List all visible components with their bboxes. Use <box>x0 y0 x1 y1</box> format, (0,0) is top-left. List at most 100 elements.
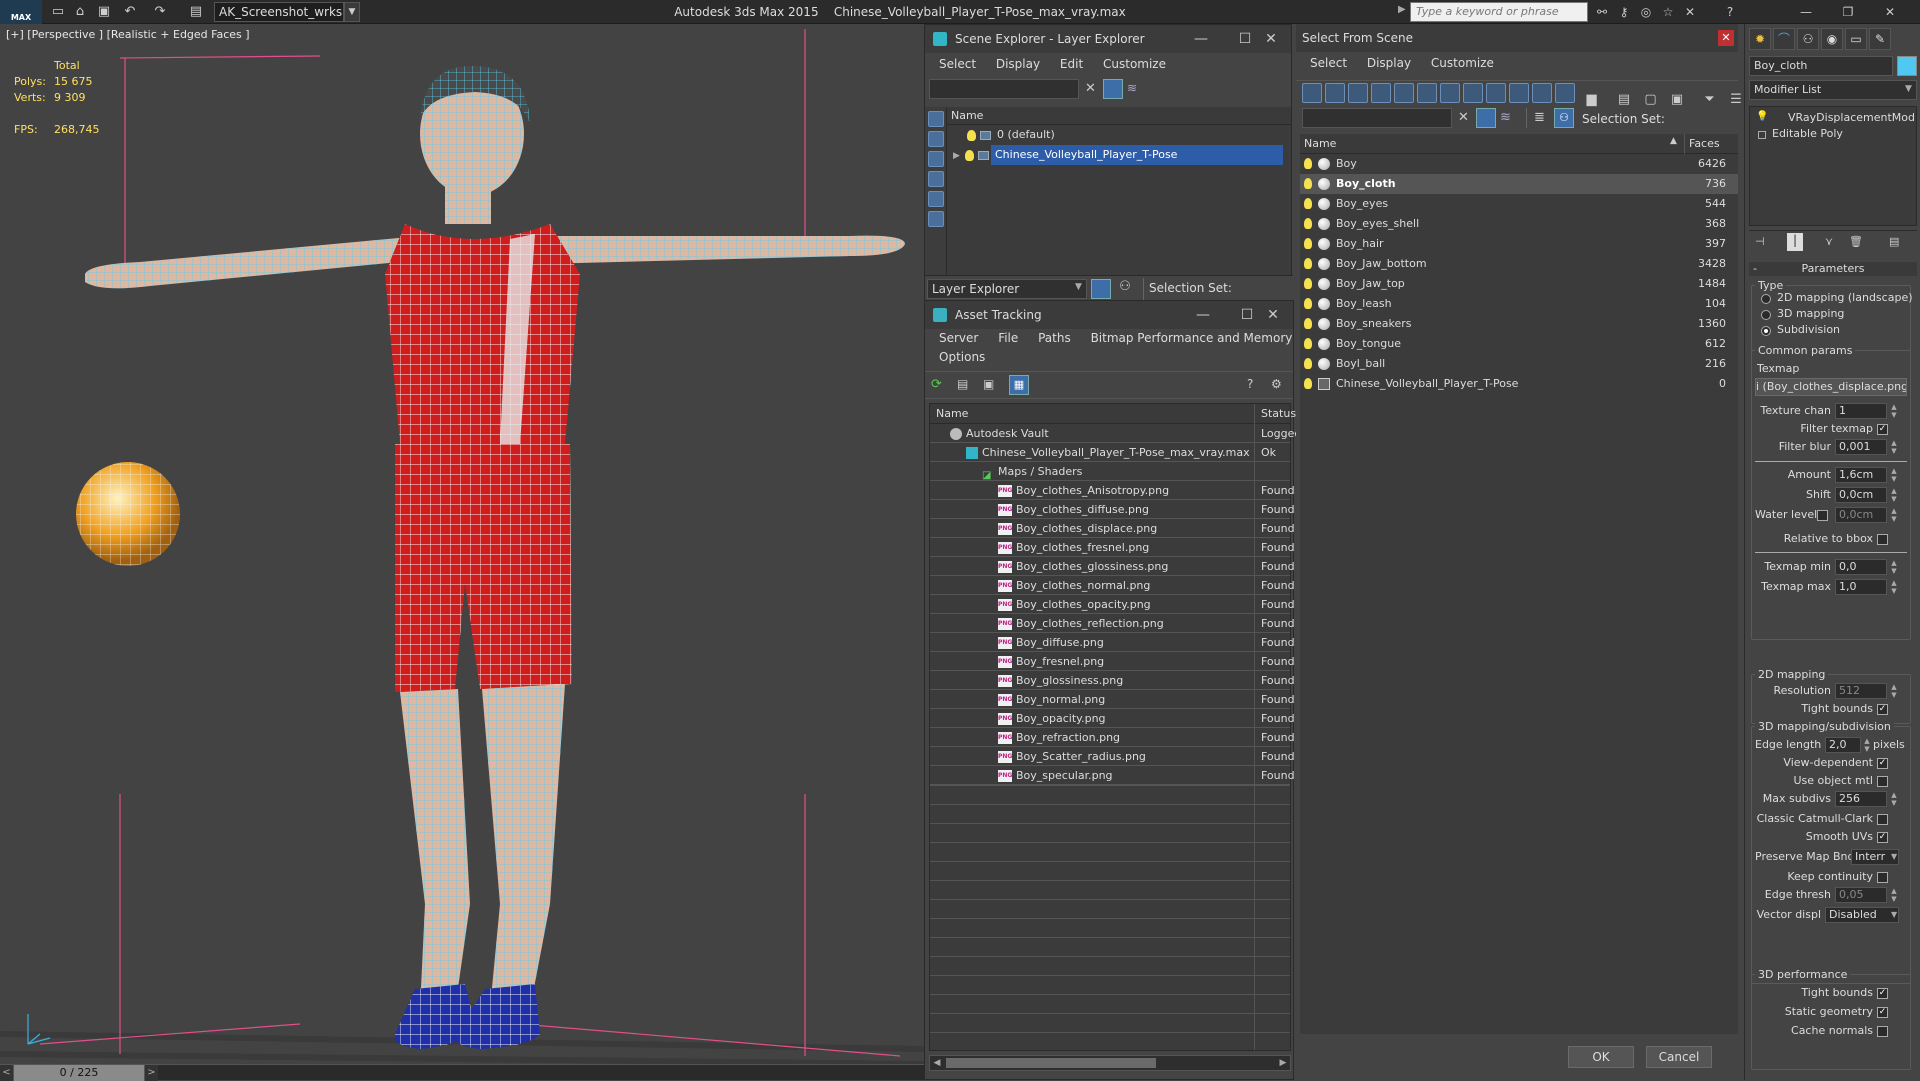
table-row[interactable]: PNG Boy_clothes_fresnel.png Found <box>930 538 1295 557</box>
table-row[interactable]: PNG Boy_clothes_normal.png Found <box>930 576 1295 595</box>
clear-filter-icon[interactable]: ✕ <box>1085 81 1096 96</box>
perspective-viewport[interactable]: [+] [Perspective ] [Realistic + Edged Fa… <box>0 24 924 1066</box>
ring-icon[interactable]: ◎ <box>1636 3 1656 21</box>
display-hidden-icon[interactable] <box>1555 83 1575 103</box>
list-item[interactable]: Boy_leash 104 <box>1300 294 1738 314</box>
select-from-scene-titlebar[interactable]: Select From Scene ✕ <box>1296 24 1738 52</box>
spinner-arrows-icon[interactable]: ▲ ▼ <box>1890 579 1898 595</box>
spinner-arrows-icon[interactable]: ▲ ▼ <box>1890 439 1898 455</box>
list-item[interactable]: Boy_sneakers 1360 <box>1300 314 1738 334</box>
radio-subdivision[interactable] <box>1761 326 1771 336</box>
table-row[interactable]: PNG Boy_clothes_reflection.png Found <box>930 614 1295 633</box>
table-row[interactable]: PNG Boy_clothes_diffuse.png Found <box>930 500 1295 519</box>
list-item[interactable]: Boy_eyes_shell 368 <box>1300 214 1738 234</box>
display-cameras-icon[interactable] <box>1371 83 1391 103</box>
water-level-checkbox[interactable] <box>1817 510 1828 521</box>
key-icon[interactable]: ⚷ <box>1614 3 1634 21</box>
table-row[interactable]: PNG Boy_glossiness.png Found <box>930 671 1295 690</box>
max-subdivs-input[interactable]: 256 <box>1835 791 1887 807</box>
minimize-icon[interactable]: — <box>1181 301 1225 329</box>
table-row[interactable]: PNG Boy_normal.png Found <box>930 690 1295 709</box>
horizontal-scrollbar[interactable]: ◀ ▶ <box>929 1055 1291 1071</box>
layers-icon[interactable]: ≋ <box>1500 110 1511 125</box>
menu-options[interactable]: Options <box>931 348 993 367</box>
time-prev-button[interactable]: < <box>0 1065 14 1081</box>
menu-customize[interactable]: Customize <box>1423 52 1502 74</box>
display-cameras-icon[interactable] <box>928 191 944 207</box>
close-icon[interactable]: ✕ <box>1249 25 1293 53</box>
col-status-header[interactable]: Status <box>1254 404 1296 424</box>
close-icon[interactable]: ✕ <box>1718 30 1734 46</box>
lightbulb-icon[interactable] <box>1304 178 1312 189</box>
table-row[interactable]: PNG Boy_diffuse.png Found <box>930 633 1295 652</box>
display-all-icon[interactable]: ▆ <box>1582 92 1602 112</box>
edge-length-input[interactable]: 2,0 <box>1825 737 1861 753</box>
radio-3d-mapping[interactable] <box>1761 310 1771 320</box>
stack-item-editable-poly[interactable]: Editable Poly <box>1772 127 1843 140</box>
display-tab-icon[interactable]: ▭ <box>1845 28 1867 50</box>
menu-display[interactable]: Display <box>1359 52 1419 74</box>
smooth-uvs-checkbox[interactable]: ✓ <box>1877 832 1888 843</box>
spinner-arrows-icon[interactable]: ▲ ▼ <box>1890 467 1898 483</box>
scrollbar-thumb[interactable] <box>946 1058 1156 1068</box>
display-shapes-icon[interactable] <box>928 151 944 167</box>
cache-normals-checkbox[interactable] <box>1877 1026 1888 1037</box>
display-lights-icon[interactable] <box>928 171 944 187</box>
table-row[interactable]: PNG Boy_specular.png Found <box>930 766 1295 785</box>
display-spacewarps-icon[interactable] <box>1417 83 1437 103</box>
star-icon[interactable]: ☆ <box>1658 3 1678 21</box>
scene-explorer-titlebar[interactable]: Scene Explorer - Layer Explorer — ☐ ✕ <box>925 25 1291 53</box>
help-icon[interactable]: ? <box>1720 3 1740 21</box>
menu-server[interactable]: Server <box>931 329 986 348</box>
filter-blur-input[interactable]: 0,001 <box>1835 439 1887 455</box>
display-xrefs-icon[interactable] <box>1463 83 1483 103</box>
hierarchy-icon[interactable]: ⚇ <box>1115 279 1135 299</box>
scene-explorer-filter-input[interactable] <box>929 79 1079 99</box>
asset-tracking-titlebar[interactable]: Asset Tracking — ☐ ✕ <box>925 301 1293 329</box>
motion-tab-icon[interactable]: ◉ <box>1821 28 1843 50</box>
display-geometry-icon[interactable] <box>928 131 944 147</box>
list-item[interactable]: Chinese_Volleyball_Player_T-Pose 0 <box>1300 374 1738 394</box>
texmap-max-input[interactable]: 1,0 <box>1835 579 1887 595</box>
app-logo[interactable]: MAX <box>0 0 42 24</box>
table-row[interactable]: PNG Boy_clothes_Anisotropy.png Found <box>930 481 1295 500</box>
spinner-arrows-icon[interactable]: ▲ ▼ <box>1890 559 1898 575</box>
menu-paths[interactable]: Paths <box>1030 329 1079 348</box>
texmap-min-input[interactable]: 0,0 <box>1835 559 1887 575</box>
spinner-arrows-icon[interactable]: ▲ ▼ <box>1863 737 1871 753</box>
save-file-icon[interactable]: ▣ <box>94 3 114 21</box>
table-view-icon[interactable]: ▦ <box>1009 375 1029 395</box>
display-bones-icon[interactable] <box>1486 83 1506 103</box>
display-helpers-icon[interactable] <box>1394 83 1414 103</box>
display-groups-icon[interactable] <box>1440 83 1460 103</box>
lightbulb-icon[interactable] <box>1304 258 1312 269</box>
time-slider[interactable]: < 0 / 225 > <box>0 1064 924 1081</box>
object-color-swatch[interactable] <box>1897 56 1917 76</box>
filter-texmap-checkbox[interactable]: ✓ <box>1877 424 1888 435</box>
spinner-arrows-icon[interactable]: ▲ ▼ <box>1890 487 1898 503</box>
col-name-header[interactable]: Name <box>936 404 968 424</box>
undo-icon[interactable]: ↶ <box>120 3 140 21</box>
lightbulb-icon[interactable] <box>967 129 976 141</box>
viewport-label[interactable]: [+] [Perspective ] [Realistic + Edged Fa… <box>6 28 250 41</box>
radio-2d-mapping[interactable] <box>1761 294 1771 304</box>
lightbulb-icon[interactable] <box>1304 198 1312 209</box>
show-end-result-icon[interactable]: | <box>1787 233 1803 251</box>
chevron-down-icon[interactable]: ▼ <box>344 2 360 22</box>
table-row[interactable]: PNG Boy_clothes_glossiness.png Found <box>930 557 1295 576</box>
resolution-input[interactable]: 512 <box>1835 683 1887 699</box>
spinner-arrows-icon[interactable]: ▲ ▼ <box>1890 507 1898 523</box>
time-slider-thumb[interactable]: 0 / 225 <box>14 1065 144 1081</box>
open-file-icon[interactable]: ⌂ <box>70 3 90 21</box>
layers-icon[interactable] <box>1091 279 1111 299</box>
view-dependent-checkbox[interactable]: ✓ <box>1877 758 1888 769</box>
object-name-field[interactable]: Boy_cloth <box>1749 56 1893 76</box>
workspace-dropdown[interactable]: AK_Screenshot_wrksp <box>214 2 344 22</box>
make-unique-icon[interactable]: ⋎ <box>1825 235 1833 248</box>
menu-display[interactable]: Display <box>988 53 1048 75</box>
menu-select[interactable]: Select <box>1302 52 1355 74</box>
texmap-button[interactable]: i (Boy_clothes_displace.png) <box>1755 378 1907 396</box>
spinner-arrows-icon[interactable]: ▲ ▼ <box>1890 683 1898 699</box>
minimize-icon[interactable]: — <box>1796 3 1816 21</box>
display-frozen-icon[interactable] <box>1532 83 1552 103</box>
